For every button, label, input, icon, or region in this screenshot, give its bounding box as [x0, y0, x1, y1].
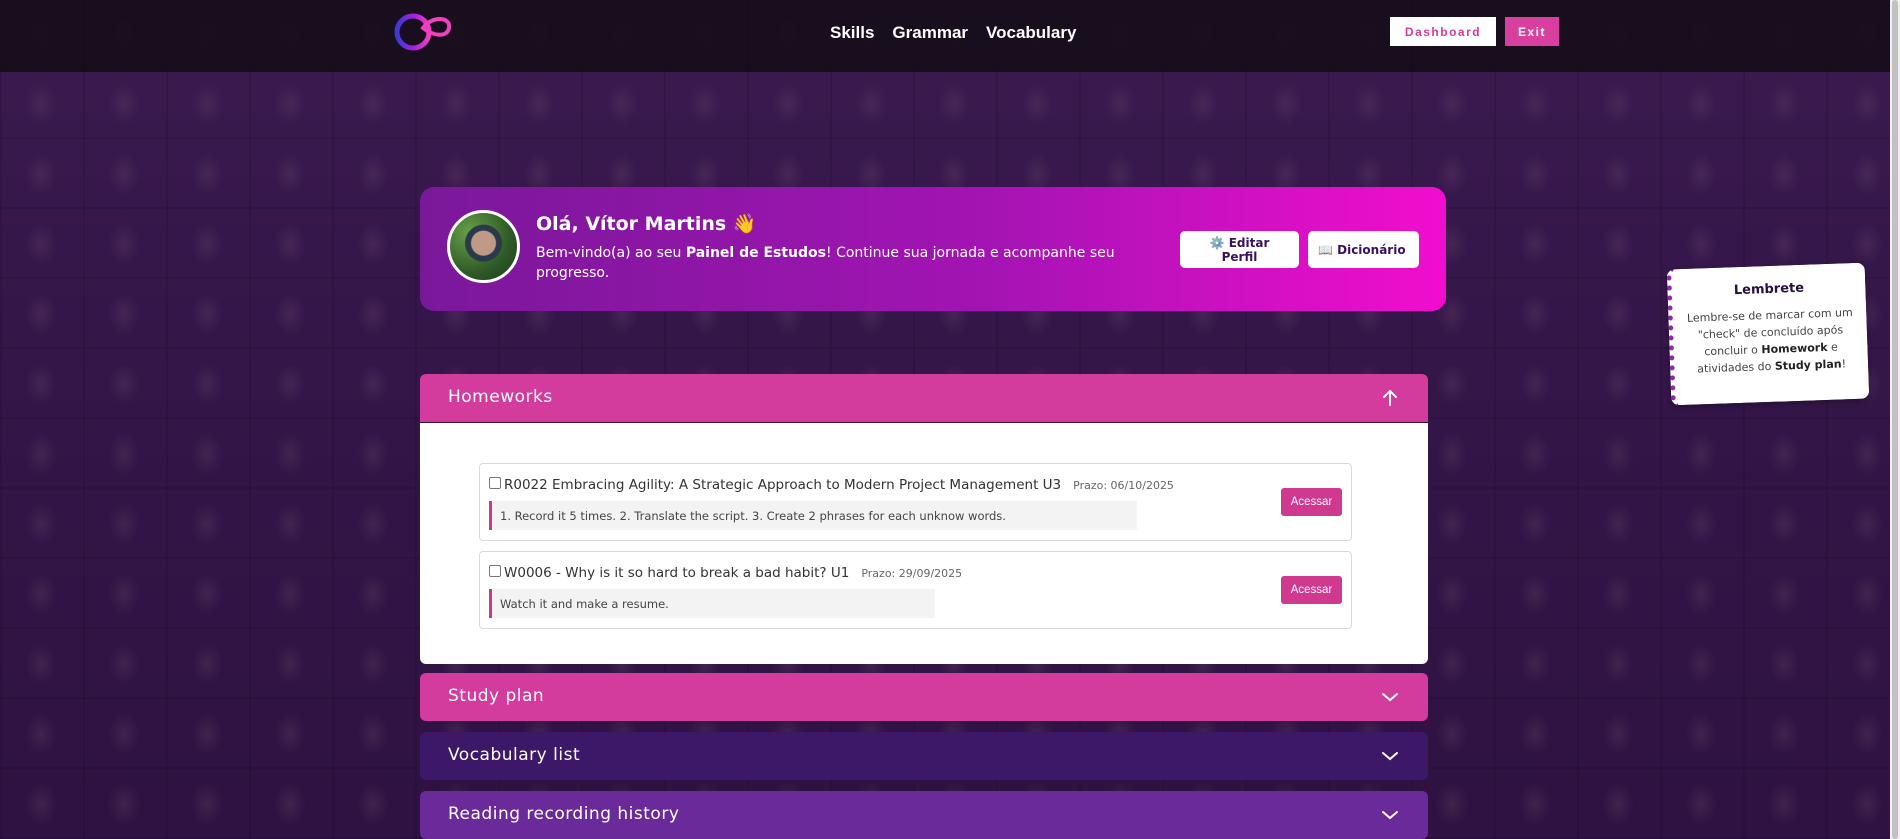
homework-title: W0006 - Why is it so hard to break a bad… [504, 565, 850, 581]
reminder-title: Lembrete [1733, 280, 1805, 299]
reminder-note: Lembrete Lembre-se de marcar com um "che… [1666, 262, 1870, 406]
reminder-bold-homework: Homework [1761, 340, 1828, 357]
infinity-logo-icon[interactable] [393, 10, 457, 52]
welcome-greeting: Olá, Vítor Martins 👋 [536, 213, 757, 235]
homework-access-button[interactable]: Acessar [1281, 576, 1342, 604]
welcome-card: Olá, Vítor Martins 👋 Bem-vindo(a) ao seu… [420, 187, 1446, 311]
homework-due-date: Prazo: 06/10/2025 [1073, 479, 1174, 492]
homework-due-date: Prazo: 29/09/2025 [861, 567, 963, 580]
reminder-bold-study-plan: Study plan [1774, 357, 1842, 373]
homework-item: W0006 - Why is it so hard to break a bad… [479, 551, 1352, 629]
dictionary-button[interactable]: 📖 Dicionário [1308, 231, 1419, 268]
chevron-down-icon [1382, 693, 1398, 702]
nav-link-vocabulary[interactable]: Vocabulary [986, 23, 1076, 43]
scrollbar-thumb[interactable] [1892, 0, 1898, 839]
homework-description: 1. Record it 5 times. 2. Translate the s… [489, 501, 1137, 530]
study-plan-section-header[interactable]: Study plan [420, 673, 1428, 721]
dashboard-button[interactable]: Dashboard [1390, 17, 1496, 46]
reading-history-section-header[interactable]: Reading recording history [420, 791, 1428, 839]
welcome-message: Bem-vindo(a) ao seu Painel de Estudos! C… [536, 243, 1116, 283]
top-navbar: Skills Grammar Vocabulary Dashboard Exit [0, 0, 1890, 72]
homework-access-button[interactable]: Acessar [1281, 488, 1342, 516]
homeworks-section-title: Homeworks [448, 387, 553, 407]
homework-title: R0022 Embracing Agility: A Strategic App… [504, 477, 1062, 493]
homework-complete-checkbox[interactable] [489, 565, 501, 577]
arrow-up-icon [1383, 389, 1397, 406]
homework-description: Watch it and make a resume. [489, 589, 935, 618]
nav-link-skills[interactable]: Skills [830, 23, 874, 43]
homework-title-row: W0006 - Why is it so hard to break a bad… [504, 565, 962, 581]
vocabulary-list-section-header[interactable]: Vocabulary list [420, 732, 1428, 780]
welcome-text-bold: Painel de Estudos [685, 245, 826, 261]
edit-profile-button[interactable]: ⚙️ Editar Perfil [1180, 231, 1299, 268]
vocabulary-list-section-title: Vocabulary list [448, 745, 581, 765]
homeworks-section-header[interactable]: Homeworks [420, 374, 1428, 422]
welcome-text-prefix: Bem-vindo(a) ao seu [536, 245, 686, 261]
nav-link-grammar[interactable]: Grammar [892, 23, 968, 43]
reading-history-section-title: Reading recording history [448, 804, 680, 824]
homework-title-row: R0022 Embracing Agility: A Strategic App… [504, 477, 1174, 493]
homework-complete-checkbox[interactable] [489, 477, 501, 489]
exit-button[interactable]: Exit [1505, 17, 1559, 46]
chevron-down-icon [1382, 752, 1398, 761]
reminder-text-3: ! [1841, 357, 1847, 371]
study-plan-section-title: Study plan [448, 686, 545, 706]
page-scrollbar[interactable] [1890, 0, 1900, 839]
avatar [447, 210, 520, 283]
homeworks-list: R0022 Embracing Agility: A Strategic App… [420, 423, 1428, 664]
homework-item: R0022 Embracing Agility: A Strategic App… [479, 463, 1352, 541]
main-nav: Skills Grammar Vocabulary [830, 23, 1094, 43]
reminder-text: Lembre-se de marcar com um "check" de co… [1685, 304, 1856, 378]
chevron-down-icon [1382, 811, 1398, 820]
